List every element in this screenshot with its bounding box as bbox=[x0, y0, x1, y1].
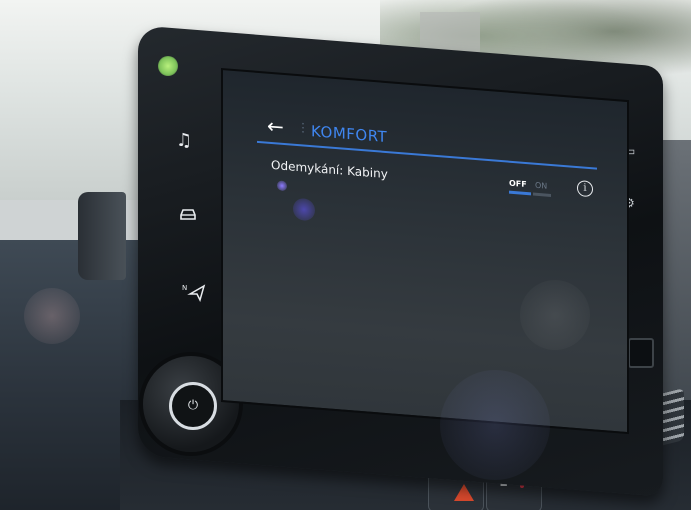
power-icon: ⏻ bbox=[187, 398, 199, 413]
lens-flare bbox=[293, 197, 315, 222]
navigation-icon-glyph: N bbox=[182, 284, 206, 303]
toggle-on-indicator bbox=[533, 192, 551, 197]
setting-label: Odemykání: Kabiny bbox=[271, 157, 388, 182]
status-led bbox=[158, 56, 178, 76]
page-title: KOMFORT bbox=[311, 122, 388, 147]
building-outside bbox=[420, 12, 480, 52]
air-vent-left bbox=[78, 192, 126, 280]
separator: ⋮ bbox=[297, 119, 309, 135]
toggle-off-label: OFF bbox=[509, 178, 527, 190]
info-icon[interactable]: i bbox=[577, 180, 593, 198]
car-interior-photo: 🔓︎ ♫ N ⏻ ▭ ⚙ ← ⋮ KOMFORT Odemykání: Kabi… bbox=[0, 0, 691, 510]
car-icon-glyph bbox=[180, 209, 196, 220]
knob-ring: ⏻ bbox=[169, 382, 217, 430]
hazard-icon bbox=[454, 484, 474, 501]
back-arrow-icon[interactable]: ← bbox=[267, 114, 284, 139]
toggle-on-label: ON bbox=[535, 180, 548, 191]
navigation-icon[interactable]: N bbox=[182, 282, 206, 306]
car-icon[interactable] bbox=[178, 206, 198, 225]
off-on-toggle[interactable]: OFF ON bbox=[509, 179, 555, 201]
toggle-off-indicator bbox=[509, 190, 531, 196]
usb-port bbox=[628, 338, 654, 368]
touchscreen-display: ← ⋮ KOMFORT Odemykání: Kabiny OFF ON i bbox=[221, 68, 629, 435]
music-note-icon[interactable]: ♫ bbox=[176, 132, 192, 150]
svg-text:N: N bbox=[182, 284, 187, 292]
